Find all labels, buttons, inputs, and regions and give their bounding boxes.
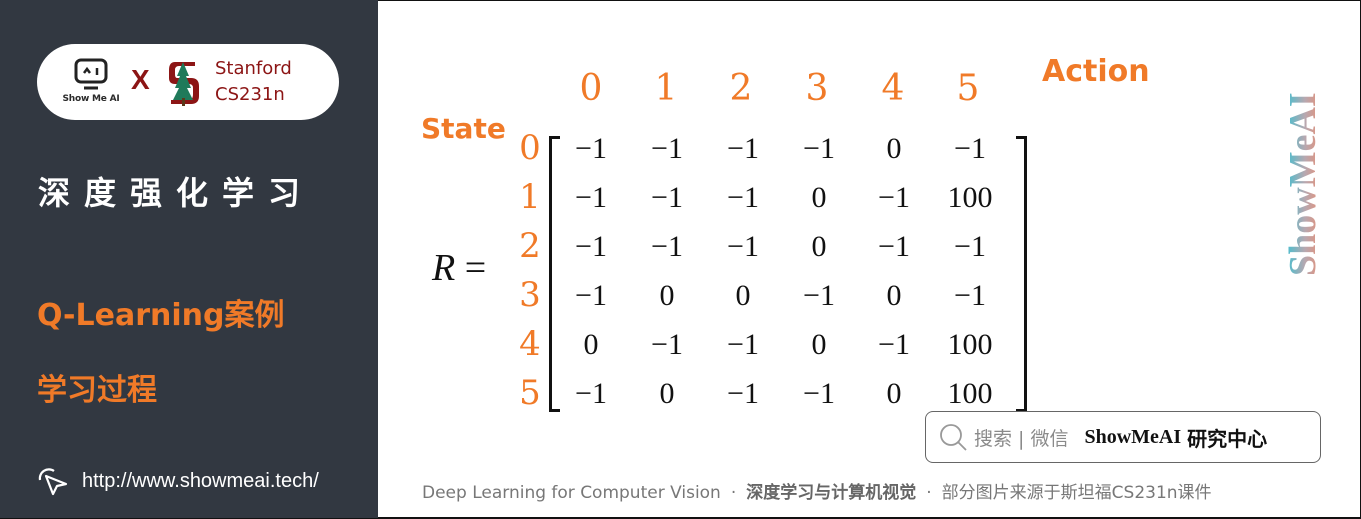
- matrix-cell: −1: [575, 181, 607, 214]
- svg-text:ShowMeAI: ShowMeAI: [1283, 92, 1323, 276]
- course-code: CS231n: [215, 84, 285, 105]
- matrix-cell: −1: [878, 230, 910, 263]
- topic-title: Q-Learning案例: [37, 298, 285, 333]
- matrix-cell: −1: [803, 377, 835, 410]
- matrix-cell: −1: [727, 377, 759, 410]
- matrix-cell: 0: [811, 181, 827, 214]
- logo-banner: Show Me AI X Stanford CS231n: [37, 44, 339, 120]
- search-brand: ShowMeAI: [1084, 425, 1182, 448]
- showmeai-logo-text: Show Me AI: [62, 94, 120, 104]
- matrix-equation-lhs: R =: [432, 246, 486, 290]
- matrix-cell: −1: [575, 377, 607, 410]
- search-hint: 搜索 | 微信: [974, 427, 1069, 450]
- row-header: 3: [519, 275, 541, 315]
- matrix-cell: 0: [811, 328, 827, 361]
- column-header: 1: [654, 68, 678, 109]
- matrix-cell: 0: [886, 132, 902, 165]
- matrix-cell: 0: [886, 279, 902, 312]
- row-header: 4: [519, 324, 541, 364]
- sidebar: Show Me AI X Stanford CS231n 深度强化学习 Q-Le…: [0, 0, 378, 518]
- matrix-cell: 0: [811, 230, 827, 263]
- matrix-cell: −1: [651, 230, 683, 263]
- state-axis-label: State: [421, 112, 506, 145]
- row-header: 2: [519, 226, 541, 266]
- tv-robot-icon: [74, 58, 108, 90]
- matrix-cell: −1: [727, 132, 759, 165]
- matrix-cell: −1: [954, 230, 986, 263]
- action-axis-label: Action: [1042, 54, 1150, 89]
- matrix-cell: −1: [803, 132, 835, 165]
- matrix-cell: 0: [583, 328, 599, 361]
- equals-sign: =: [464, 247, 487, 289]
- matrix-cell: −1: [651, 181, 683, 214]
- column-header: 3: [805, 68, 829, 109]
- collab-x: X: [131, 64, 150, 95]
- row-header: 0: [519, 128, 541, 168]
- stanford-logo-icon: [165, 56, 201, 108]
- column-header: 0: [579, 68, 603, 109]
- matrix-cell: −1: [651, 132, 683, 165]
- stanford-name: Stanford: [215, 58, 292, 79]
- search-icon: [940, 424, 967, 451]
- matrix-cell: −1: [575, 279, 607, 312]
- matrix-cell: 100: [947, 181, 993, 214]
- matrix-cell: −1: [954, 279, 986, 312]
- footer-course-en: Deep Learning for Computer Vision: [422, 483, 721, 503]
- cursor-click-icon: [38, 468, 68, 496]
- stanford-text: Stanford CS231n: [215, 56, 292, 108]
- website-url[interactable]: http://www.showmeai.tech/: [82, 470, 319, 493]
- footer: Deep Learning for Computer Vision · 深度学习与计…: [422, 478, 1212, 503]
- matrix-cell: 0: [735, 279, 751, 312]
- reward-symbol: R: [432, 247, 456, 289]
- search-brand-cn: 研究中心: [1187, 426, 1268, 451]
- matrix-cell: −1: [878, 328, 910, 361]
- topic-subtitle: 学习过程: [37, 373, 157, 408]
- matrix-cell: −1: [727, 328, 759, 361]
- matrix-cell: −1: [727, 230, 759, 263]
- matrix-cell: −1: [651, 328, 683, 361]
- matrix-cell: −1: [803, 279, 835, 312]
- matrix-cell: 0: [659, 279, 675, 312]
- matrix-cell: −1: [878, 181, 910, 214]
- right-bracket: [1016, 136, 1027, 412]
- matrix-cell: −1: [727, 181, 759, 214]
- slide-content: Action State 0 1 2 3 4 5 R = 0 1 2 3 4 5 −1 −1…: [378, 0, 1361, 518]
- footer-separator: ·: [730, 483, 737, 503]
- column-header: 2: [729, 68, 753, 109]
- matrix-cell: 0: [659, 377, 675, 410]
- website-link[interactable]: http://www.showmeai.tech/: [36, 466, 319, 496]
- row-header: 1: [519, 177, 541, 217]
- matrix-cell: −1: [575, 230, 607, 263]
- matrix-cell: −1: [575, 132, 607, 165]
- footer-separator: ·: [926, 483, 932, 503]
- footer-source: 部分图片来源于斯坦福CS231n课件: [941, 483, 1212, 503]
- showmeai-logo: Show Me AI: [59, 58, 123, 110]
- course-title: 深度强化学习: [38, 174, 315, 212]
- column-header: 4: [881, 68, 905, 109]
- matrix-cell: 0: [886, 377, 902, 410]
- showmeai-watermark: ShowMeAI: [1283, 92, 1323, 276]
- matrix-cell: 100: [947, 328, 993, 361]
- matrix-cell: −1: [954, 132, 986, 165]
- column-header: 5: [956, 68, 980, 109]
- wechat-search-box: 搜索 | 微信 ShowMeAI 研究中心: [925, 411, 1321, 463]
- row-header: 5: [519, 373, 541, 413]
- footer-course-cn: 深度学习与计算机视觉: [746, 483, 917, 503]
